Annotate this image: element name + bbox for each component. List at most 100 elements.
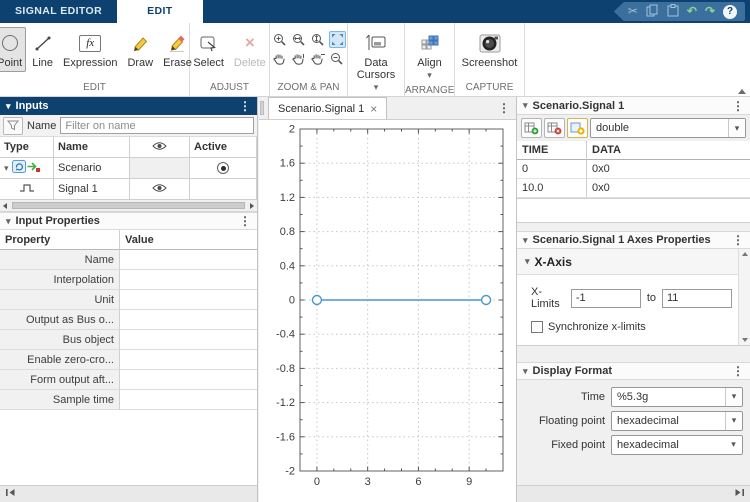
axes-properties-menu-icon[interactable]: ⋮: [732, 233, 744, 247]
cut-icon[interactable]: ✂: [628, 2, 638, 21]
col-header-active[interactable]: Active: [190, 137, 257, 158]
collapse-left-panel-icon[interactable]: [5, 488, 16, 500]
zoom-out-icon[interactable]: [329, 50, 346, 67]
sync-xlimits-checkbox[interactable]: [531, 321, 543, 333]
scrollbar-thumb[interactable]: [12, 202, 245, 209]
collapse-inputs-icon[interactable]: ▾: [6, 101, 11, 111]
line-button[interactable]: Line: [28, 27, 57, 72]
help-icon[interactable]: ?: [723, 4, 737, 19]
signal-row-visibility-cell[interactable]: [130, 179, 190, 200]
property-value-cell[interactable]: [120, 370, 257, 390]
scenario-row-type-cell[interactable]: ▾: [0, 158, 54, 179]
collapse-x-axis-icon[interactable]: ▾: [525, 257, 530, 266]
select-button[interactable]: Select: [189, 27, 228, 72]
time-format-label: Time: [580, 390, 605, 403]
scroll-left-icon[interactable]: [3, 203, 7, 209]
scenario-row-name-cell[interactable]: Scenario: [54, 158, 130, 179]
pan-icon[interactable]: [272, 50, 289, 67]
property-name-cell: Bus object: [0, 330, 120, 350]
data-cell[interactable]: 0x0: [587, 160, 750, 179]
fixed-point-dropdown[interactable]: hexadecimal ▾: [611, 434, 743, 455]
delete-row-button[interactable]: [544, 118, 565, 138]
display-format-header: ▾ Display Format ⋮: [517, 362, 750, 380]
signal-panel-menu-icon[interactable]: ⋮: [732, 99, 744, 113]
chevron-down-icon[interactable]: ▾: [728, 119, 745, 137]
time-format-dropdown[interactable]: %5.3g ▾: [611, 386, 743, 407]
screenshot-button[interactable]: Screenshot: [458, 27, 522, 72]
x-axis-section-header[interactable]: ▾ X-Axis: [517, 249, 738, 275]
pan-horizontal-icon[interactable]: [310, 50, 327, 67]
filter-input[interactable]: [60, 117, 254, 134]
inputs-menu-icon[interactable]: ⋮: [239, 99, 251, 113]
undo-icon[interactable]: ↶: [687, 2, 697, 21]
eye-icon[interactable]: [152, 183, 167, 196]
display-format-menu-icon[interactable]: ⋮: [732, 364, 744, 378]
property-value-cell[interactable]: [120, 390, 257, 410]
signal-row-type-cell[interactable]: [0, 179, 54, 200]
splitter-grip[interactable]: [260, 101, 264, 115]
zoom-in-icon[interactable]: [272, 31, 289, 48]
property-value-cell[interactable]: [120, 330, 257, 350]
chevron-down-icon[interactable]: ▾: [725, 411, 742, 430]
close-tab-icon[interactable]: ×: [370, 103, 377, 115]
active-radio-selected[interactable]: [217, 162, 229, 174]
collapse-signal-panel-icon[interactable]: ▾: [523, 101, 528, 110]
pan-vertical-icon[interactable]: [291, 50, 308, 67]
scroll-down-icon[interactable]: [742, 338, 748, 342]
col-header-type[interactable]: Type: [0, 137, 54, 158]
erase-pencil-icon: [167, 31, 187, 55]
filter-funnel-icon[interactable]: [3, 116, 23, 135]
fit-to-view-icon[interactable]: [328, 31, 346, 48]
scenario-row-active-cell[interactable]: [190, 158, 257, 179]
expression-button[interactable]: fx Expression: [59, 27, 121, 72]
document-menu-icon[interactable]: ⋮: [498, 101, 510, 115]
inputs-horizontal-scrollbar[interactable]: [0, 200, 257, 212]
scroll-up-icon[interactable]: [742, 252, 748, 256]
data-cursors-button[interactable]: Data Cursors ▾: [351, 27, 401, 96]
plot-area[interactable]: 0 3 6 9 2 1.6 1.2 0.8 0.4 0 -0.4 -0.8 -1.2 -1.6 -2: [259, 120, 516, 502]
insert-signal-button[interactable]: [567, 118, 588, 138]
floating-point-dropdown[interactable]: hexadecimal ▾: [611, 410, 743, 431]
point-button[interactable]: Point: [0, 27, 27, 72]
signal-plot[interactable]: 0 3 6 9 2 1.6 1.2 0.8 0.4 0 -0.4 -0.8 -1.2 -1.6 -2: [261, 122, 513, 498]
property-value-cell[interactable]: [120, 310, 257, 330]
tab-signal-editor[interactable]: SIGNAL EDITOR: [0, 0, 117, 23]
document-tab[interactable]: Scenario.Signal 1 ×: [268, 97, 388, 119]
axes-vertical-scrollbar[interactable]: [738, 249, 750, 345]
zoom-x-icon[interactable]: [291, 31, 308, 48]
col-header-name[interactable]: Name: [54, 137, 130, 158]
signal-row-active-cell[interactable]: [190, 179, 257, 200]
input-properties-title: Input Properties: [15, 215, 100, 227]
add-row-button[interactable]: [521, 118, 542, 138]
scroll-right-icon[interactable]: [250, 203, 254, 209]
x-min-input[interactable]: [570, 288, 641, 308]
collapse-display-format-icon[interactable]: ▾: [523, 366, 528, 376]
property-value-cell[interactable]: [120, 290, 257, 310]
align-button[interactable]: Align ▾: [413, 27, 445, 84]
collapse-axes-properties-icon[interactable]: ▾: [523, 235, 528, 245]
property-value-cell[interactable]: [120, 270, 257, 290]
tab-edit[interactable]: EDIT: [117, 0, 203, 23]
draw-button[interactable]: Draw: [123, 27, 157, 72]
collapse-toolstrip-icon[interactable]: [738, 89, 746, 94]
chevron-down-icon[interactable]: ▾: [725, 435, 742, 454]
zoom-y-icon[interactable]: [310, 31, 327, 48]
time-cell[interactable]: 0: [517, 160, 587, 179]
chevron-down-icon[interactable]: ▾: [725, 387, 742, 406]
collapse-input-properties-icon[interactable]: ▾: [6, 216, 11, 226]
time-cell[interactable]: 10.0: [517, 179, 587, 198]
datatype-dropdown[interactable]: double ▾: [590, 118, 746, 138]
expand-scenario-icon[interactable]: ▾: [4, 163, 9, 173]
property-value-cell[interactable]: [120, 350, 257, 370]
copy-icon[interactable]: [646, 4, 659, 20]
delete-button[interactable]: × Delete: [230, 27, 270, 72]
x-max-input[interactable]: [662, 288, 732, 308]
collapse-right-panel-icon[interactable]: [734, 488, 745, 500]
scenario-row-visibility-cell[interactable]: [130, 158, 190, 179]
data-cell[interactable]: 0x0: [587, 179, 750, 198]
property-value-cell[interactable]: [120, 250, 257, 270]
signal-row-name-cell[interactable]: Signal 1: [54, 179, 130, 200]
redo-icon[interactable]: ↷: [705, 2, 715, 21]
input-properties-menu-icon[interactable]: ⋮: [239, 214, 251, 228]
paste-icon[interactable]: [667, 3, 679, 20]
